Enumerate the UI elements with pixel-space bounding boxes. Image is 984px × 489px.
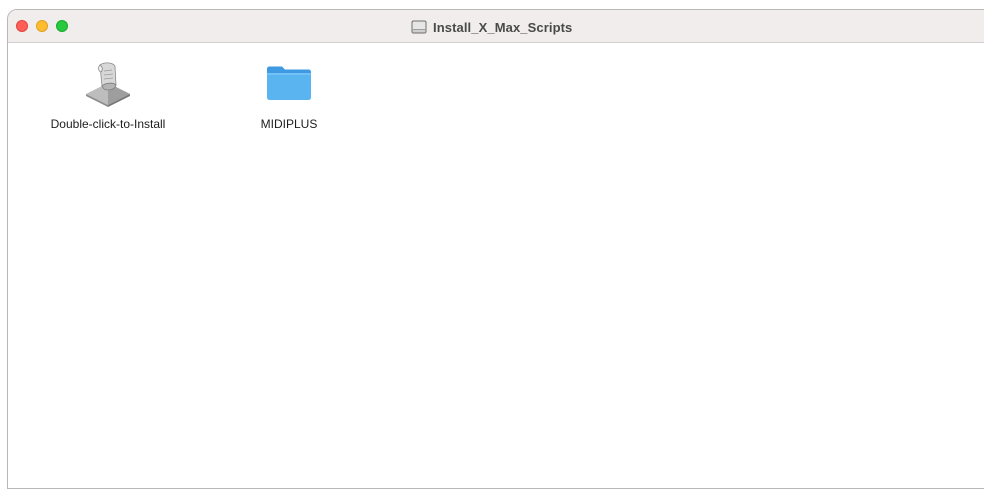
file-item-installer[interactable]: Double-click-to-Install (23, 51, 193, 141)
finder-window: Install_X_Max_Scripts Double-click-to-In… (7, 9, 984, 489)
window-title: Install_X_Max_Scripts (411, 18, 572, 36)
folder-icon[interactable] (263, 57, 315, 109)
zoom-button[interactable] (56, 20, 68, 32)
file-browser-area[interactable]: Double-click-to-Install MIDIPLUS (8, 43, 984, 488)
script-installer-icon[interactable] (82, 57, 134, 109)
file-name-label: Double-click-to-Install (50, 117, 166, 131)
disk-image-icon (411, 20, 427, 34)
file-item-folder[interactable]: MIDIPLUS (204, 51, 374, 141)
file-name-label: MIDIPLUS (260, 117, 318, 131)
title-bar[interactable]: Install_X_Max_Scripts (8, 10, 984, 43)
window-title-text: Install_X_Max_Scripts (433, 19, 573, 35)
minimize-button[interactable] (36, 20, 48, 32)
close-button[interactable] (16, 20, 28, 32)
